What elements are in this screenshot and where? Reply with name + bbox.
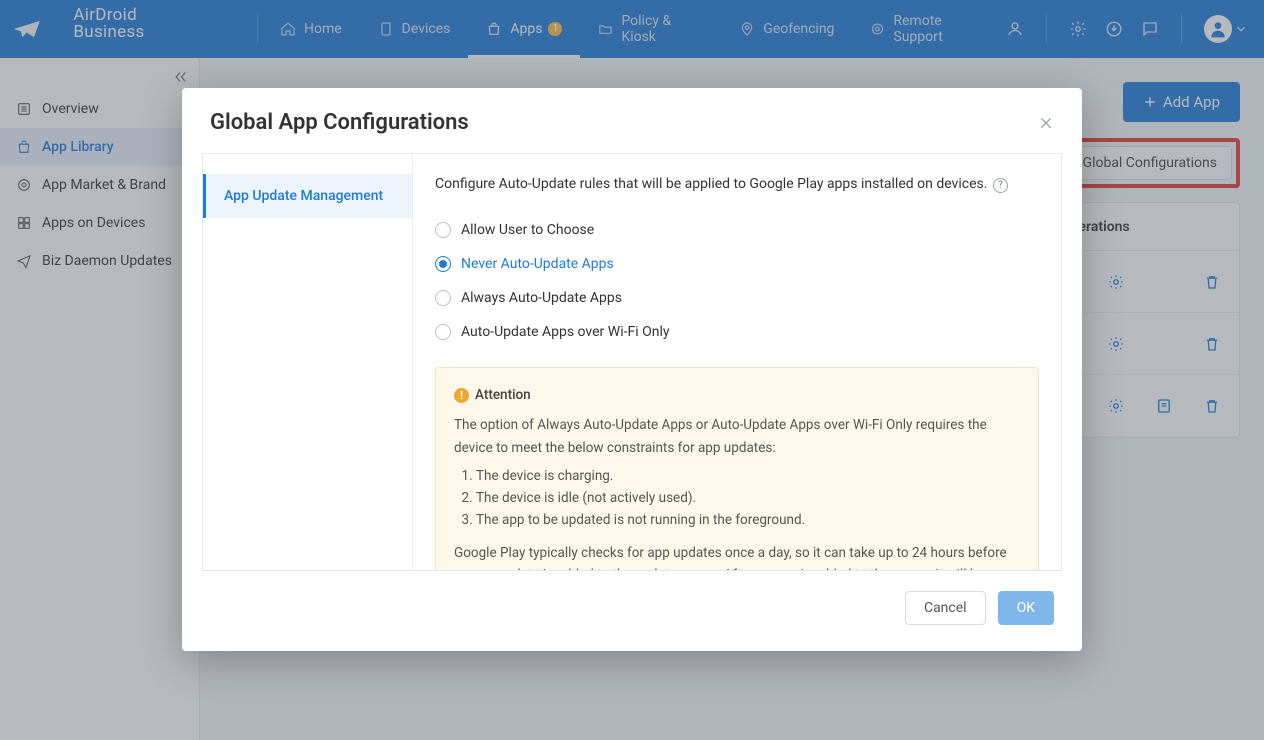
- modal-header: Global App Configurations: [182, 88, 1082, 153]
- radio-label: Allow User to Choose: [461, 220, 594, 241]
- modal-footer: Cancel OK: [182, 571, 1082, 651]
- attention-header: ! Attention: [454, 384, 1020, 406]
- radio-icon: [435, 222, 451, 238]
- attention-outro: Google Play typically checks for app upd…: [454, 542, 1020, 570]
- config-container: App Update Management Configure Auto-Upd…: [202, 153, 1062, 571]
- tab-app-update-management[interactable]: App Update Management: [203, 174, 412, 218]
- radio-always-auto-update[interactable]: Always Auto-Update Apps: [435, 281, 1039, 315]
- constraint-2: The device is idle (not actively used).: [476, 487, 1020, 509]
- help-icon[interactable]: ?: [993, 178, 1008, 193]
- modal-title: Global App Configurations: [210, 110, 469, 135]
- radio-icon: [435, 324, 451, 340]
- warning-icon: !: [454, 388, 469, 403]
- global-app-config-modal: Global App Configurations App Update Man…: [182, 88, 1082, 651]
- config-sidebar: App Update Management: [203, 154, 413, 570]
- radio-auto-update-wifi[interactable]: Auto-Update Apps over Wi-Fi Only: [435, 315, 1039, 349]
- ok-button[interactable]: OK: [998, 591, 1054, 625]
- radio-icon: [435, 256, 451, 272]
- radio-label: Never Auto-Update Apps: [461, 254, 614, 275]
- constraint-1: The device is charging.: [476, 465, 1020, 487]
- attention-constraints: The device is charging. The device is id…: [454, 465, 1020, 532]
- close-icon[interactable]: [1038, 115, 1054, 131]
- config-description: Configure Auto-Update rules that will be…: [435, 174, 1039, 195]
- attention-box: ! Attention The option of Always Auto-Up…: [435, 367, 1039, 570]
- cancel-button[interactable]: Cancel: [905, 591, 986, 625]
- attention-label: Attention: [475, 384, 531, 406]
- config-body[interactable]: Configure Auto-Update rules that will be…: [413, 154, 1061, 570]
- attention-intro: The option of Always Auto-Update Apps or…: [454, 414, 1020, 459]
- radio-never-auto-update[interactable]: Never Auto-Update Apps: [435, 247, 1039, 281]
- radio-allow-user-choose[interactable]: Allow User to Choose: [435, 213, 1039, 247]
- tab-label: App Update Management: [224, 188, 383, 204]
- radio-label: Auto-Update Apps over Wi-Fi Only: [461, 322, 669, 343]
- constraint-3: The app to be updated is not running in …: [476, 509, 1020, 531]
- modal-overlay: Global App Configurations App Update Man…: [0, 0, 1264, 740]
- radio-label: Always Auto-Update Apps: [461, 288, 622, 309]
- radio-icon: [435, 290, 451, 306]
- modal-body: App Update Management Configure Auto-Upd…: [182, 153, 1082, 571]
